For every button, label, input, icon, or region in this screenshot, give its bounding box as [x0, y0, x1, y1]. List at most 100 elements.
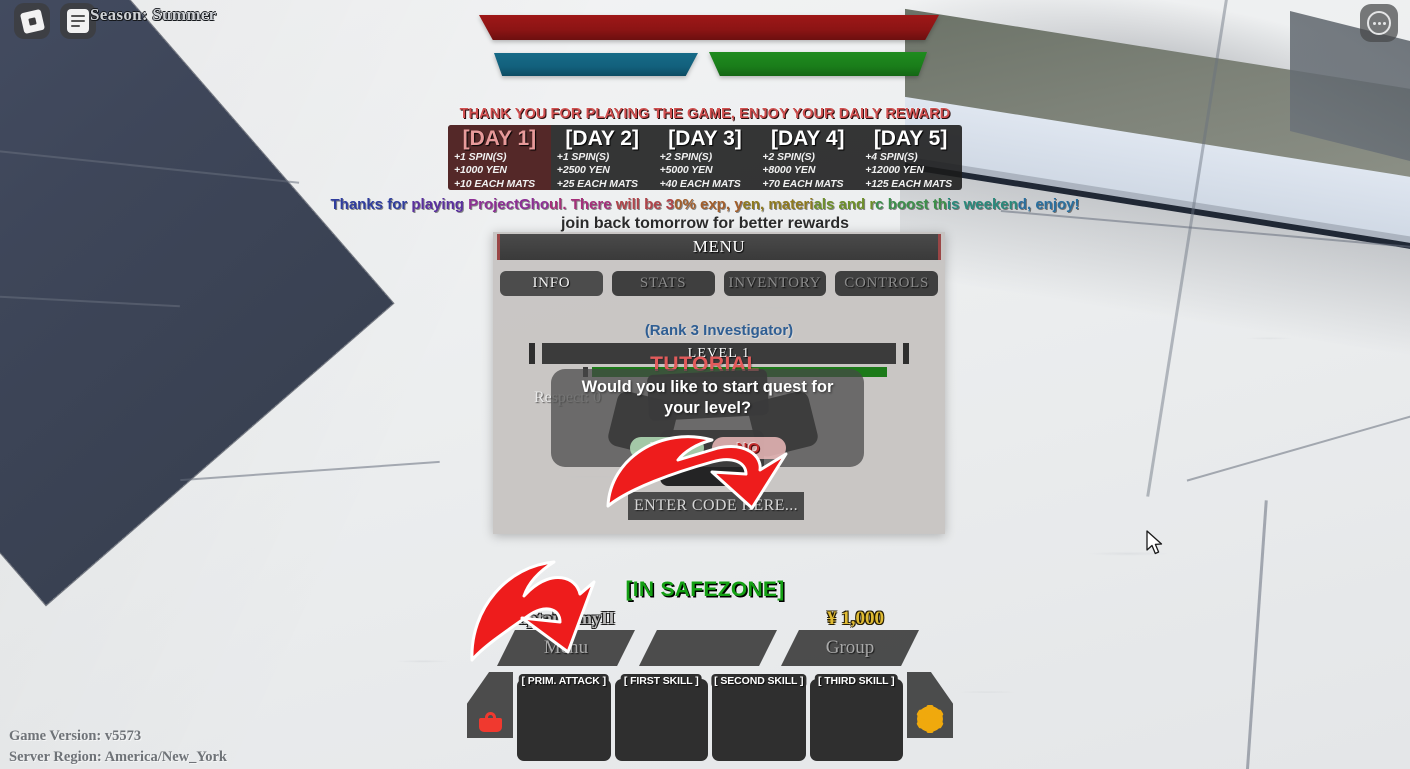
daily-reward-day-title: [DAY 2] — [565, 127, 639, 150]
announcement-char: e — [603, 196, 612, 213]
announcement-char: k — [366, 196, 375, 213]
announcement-char: o — [906, 196, 916, 213]
tab-stats[interactable]: STATS — [611, 271, 715, 296]
daily-reward-title: THANK YOU FOR PLAYING THE GAME, ENJOY YO… — [459, 106, 951, 122]
daily-reward-day[interactable]: [DAY 4] +2 SPIN(S) +8000 YEN +70 EACH MATS — [756, 125, 859, 190]
skill-slot[interactable]: [ FIRST SKILL ] — [614, 672, 708, 761]
announcement-char: d — [1017, 196, 1027, 213]
daily-reward-day[interactable]: [DAY 2] +1 SPIN(S) +2500 YEN +25 EACH MATS — [551, 125, 654, 190]
shop-bag-icon — [478, 712, 502, 732]
announcement-char: g — [454, 196, 464, 213]
daily-reward-item: +12000 YEN — [865, 164, 924, 177]
tutorial-buttons: YES NO — [551, 437, 864, 459]
announcement-char: e — [983, 196, 992, 213]
world-sign-red — [479, 15, 939, 40]
daily-reward-day[interactable]: [DAY 5] +4 SPIN(S) +12000 YEN +125 EACH MAT… — [859, 125, 962, 190]
announcement-char: n — [357, 196, 367, 213]
settings-gear-icon — [916, 705, 944, 733]
daily-reward-day[interactable]: [DAY 1] +1 SPIN(S) +1000 YEN +10 EACH MATS — [448, 125, 551, 190]
daily-reward-item: +25 EACH MATS — [556, 177, 638, 190]
tab-controls[interactable]: CONTROLS — [835, 271, 938, 296]
announcement-char: s — [374, 196, 384, 213]
skill-slot-label: [ FIRST SKILL ] — [620, 674, 702, 688]
game-version-label: Game Version: v5573 — [9, 728, 142, 744]
skill-slot-label: [ PRIM. ATTACK ] — [518, 674, 610, 688]
announcement-char: b — [644, 196, 654, 213]
tab-inventory[interactable]: INVENTORY — [723, 271, 827, 296]
announcement-char: h — [530, 196, 540, 213]
announcement-char: o — [483, 196, 494, 213]
announcement-char: h — [339, 196, 349, 213]
yen-balance-label: ¥ 1,000 — [827, 608, 884, 629]
announcement-char: e — [497, 196, 506, 213]
announcement-char: P — [468, 196, 479, 213]
announcement-char: a — [838, 196, 847, 213]
announcement-char: h — [937, 196, 947, 213]
daily-reward-item: +2 SPIN(S) — [762, 151, 815, 164]
chat-icon — [67, 9, 89, 33]
shop-button[interactable] — [467, 672, 513, 738]
daily-reward-item: +2 SPIN(S) — [659, 151, 713, 164]
daily-reward-item: +40 EACH MATS — [659, 177, 741, 190]
daily-reward-day-rewards: +1 SPIN(S) +2500 YEN +25 EACH MATS — [557, 151, 648, 190]
announcement-char: o — [1057, 196, 1067, 213]
announcement-char: e — [975, 196, 984, 213]
announcement-char: w — [615, 196, 628, 213]
announcement-char: x — [708, 196, 717, 213]
announcement-line-2: join back tomorrow for better rewards — [560, 215, 850, 232]
announcement-char: d — [855, 196, 866, 213]
skill-slot-label: [ THIRD SKILL ] — [815, 674, 898, 688]
announcement-char: T — [570, 196, 580, 213]
tab-info[interactable]: INFO — [500, 271, 603, 296]
announcement-char: o — [896, 196, 907, 213]
daily-reward-day[interactable]: [DAY 3] +2 SPIN(S) +5000 YEN +40 EACH MATS — [654, 125, 757, 190]
daily-reward-item: +8000 YEN — [762, 164, 816, 177]
code-input-placeholder: ENTER CODE HERE... — [633, 497, 799, 514]
daily-reward-item: +1000 YEN — [454, 164, 507, 177]
announcement-char: n — [846, 196, 856, 213]
announcement-char: a — [348, 196, 358, 213]
daily-reward-day-title: [DAY 3] — [668, 127, 742, 150]
announcement-char: o — [539, 196, 549, 213]
skill-slot-label: [ SECOND SKILL ] — [711, 674, 807, 688]
nav-button-middle[interactable] — [639, 630, 777, 666]
skill-slot-box — [712, 679, 806, 761]
announcement-char: n — [445, 196, 455, 213]
tutorial-no-button[interactable]: NO — [711, 437, 786, 459]
announcement-char: o — [392, 196, 402, 213]
menu-titlebar: MENU — [497, 234, 941, 260]
footer-info: Game Version: v5573 Server Region: Ameri… — [9, 726, 227, 768]
announcement-char: p — [716, 196, 726, 213]
more-options-button[interactable] — [1360, 4, 1398, 42]
announcement-char: t — [923, 196, 929, 213]
roblox-menu-button[interactable] — [14, 3, 50, 39]
daily-reward-day-rewards: +2 SPIN(S) +8000 YEN +70 EACH MATS — [762, 151, 853, 190]
settings-button[interactable] — [907, 672, 953, 738]
code-input[interactable]: ENTER CODE HERE... — [628, 492, 804, 520]
nav-button-group[interactable]: Group — [781, 630, 919, 666]
announcement-char: u — [549, 196, 559, 213]
nav-button-menu[interactable]: Menu — [497, 630, 635, 666]
season-label: Season: Summer — [90, 5, 217, 24]
hud-hotbar: [ PRIM. ATTACK ] [ FIRST SKILL ] [ SECOND … — [467, 672, 953, 769]
announcement-char: e — [1035, 196, 1044, 213]
announcement-char: w — [963, 196, 976, 213]
skill-slot[interactable]: [ THIRD SKILL ] — [809, 672, 903, 761]
daily-reward-item: +4 SPIN(S) — [865, 151, 918, 164]
daily-reward-days: [DAY 1] +1 SPIN(S) +1000 YEN +10 EACH MATS[… — [448, 125, 962, 190]
announcement-char: n — [750, 196, 761, 213]
skill-slot[interactable]: [ PRIM. ATTACK ] — [517, 672, 611, 761]
announcement-char: y — [734, 196, 743, 213]
skill-slot-row: [ PRIM. ATTACK ] [ FIRST SKILL ] [ SECOND … — [517, 672, 903, 761]
skill-slot[interactable]: [ SECOND SKILL ] — [711, 672, 807, 761]
menu-title: MENU — [692, 237, 746, 256]
announcement-char: a — [813, 196, 822, 213]
tutorial-yes-button[interactable]: YES — [629, 437, 704, 459]
announcement-char: a — [424, 196, 434, 213]
daily-reward-day-rewards: +2 SPIN(S) +5000 YEN +40 EACH MATS — [660, 151, 751, 190]
announcement-char: G — [518, 196, 531, 213]
daily-reward-day-title: [DAY 5] — [873, 127, 948, 150]
daily-reward-item: +2500 YEN — [556, 164, 610, 177]
safezone-status-label: [IN SAFEZONE] — [625, 578, 785, 601]
daily-reward-item: +5000 YEN — [659, 164, 713, 177]
